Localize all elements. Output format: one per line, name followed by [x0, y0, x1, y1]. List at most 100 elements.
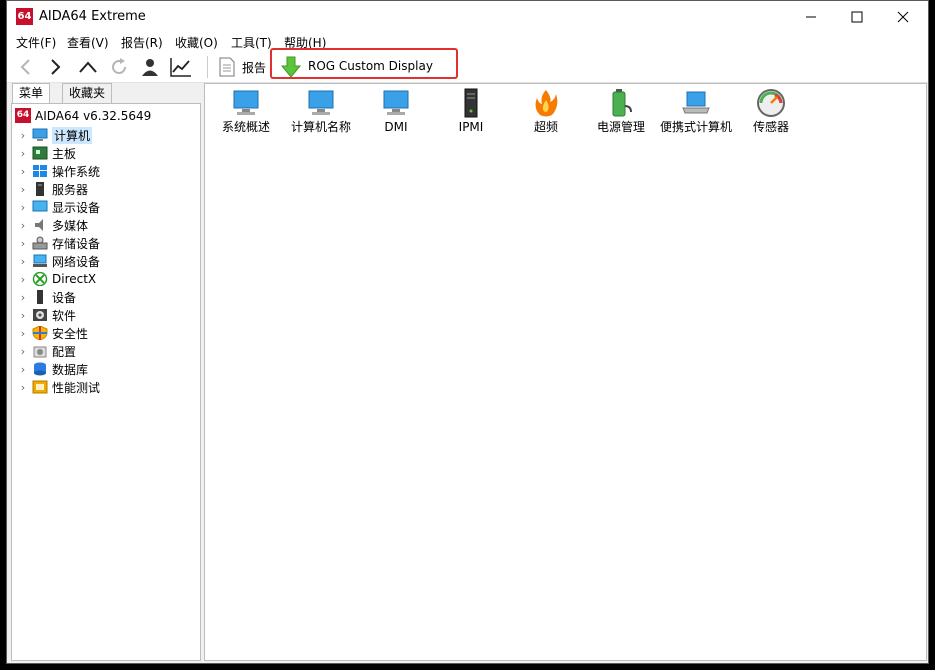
expand-chevron-icon[interactable]: ›	[16, 309, 30, 322]
tile-portable-computer[interactable]: 便携式计算机	[659, 88, 733, 134]
user-button[interactable]	[137, 55, 163, 79]
xbox-icon	[32, 272, 48, 286]
tree-item-security[interactable]: › 安全性	[16, 324, 88, 342]
menu-tools[interactable]: 工具(T)	[231, 34, 272, 51]
arrow-right-icon	[51, 59, 61, 75]
config-gear-icon	[33, 346, 47, 358]
tree-item-server[interactable]: › 服务器	[16, 180, 88, 198]
tree-item-network[interactable]: › 网络设备	[16, 252, 100, 270]
content-panel: 系统概述 计算机名称 DMI IPMI 超频 电源管理 便携式计算机 传感器	[204, 83, 927, 661]
tile-dmi[interactable]: DMI	[359, 88, 433, 134]
tree-item-config[interactable]: › 配置	[16, 342, 76, 360]
tree-item-display[interactable]: › 显示设备	[16, 198, 100, 216]
document-icon	[219, 57, 235, 77]
server-icon	[36, 182, 44, 196]
minimize-button[interactable]	[788, 1, 834, 32]
server-tower-icon	[464, 88, 478, 118]
refresh-button[interactable]	[106, 55, 132, 79]
battery-icon	[612, 89, 632, 117]
tree-item-database[interactable]: › 数据库	[16, 360, 88, 378]
window-title: AIDA64 Extreme	[39, 9, 146, 24]
database-icon	[34, 362, 46, 376]
software-disc-icon	[33, 309, 47, 321]
maximize-button[interactable]	[834, 1, 880, 32]
forward-button[interactable]	[43, 55, 69, 79]
expand-chevron-icon[interactable]: ›	[16, 165, 30, 178]
expand-chevron-icon[interactable]: ›	[16, 381, 30, 394]
computer-monitor-icon	[383, 90, 409, 115]
chart-button[interactable]	[168, 55, 194, 79]
report-doc-button[interactable]	[214, 55, 240, 79]
shield-icon	[32, 326, 48, 340]
navigation-tree: 64 AIDA64 v6.32.5649 › 计算机 › 主板 › 操作系统 ›…	[11, 103, 201, 661]
computer-monitor-icon	[308, 90, 334, 115]
tree-item-benchmark[interactable]: › 性能测试	[16, 378, 100, 396]
arrow-left-icon	[20, 59, 30, 75]
tree-item-storage[interactable]: › 存储设备	[16, 234, 100, 252]
menu-file[interactable]: 文件(F)	[16, 34, 56, 51]
tile-overclock[interactable]: 超频	[509, 88, 583, 134]
tree-item-computer[interactable]: › 计算机	[16, 126, 93, 144]
tile-sensors[interactable]: 传感器	[734, 88, 808, 134]
windows-logo-icon	[33, 165, 47, 177]
hard-drive-icon	[32, 236, 48, 250]
up-button[interactable]	[75, 55, 101, 79]
gauge-icon	[757, 89, 785, 117]
display-icon	[32, 200, 48, 212]
toolbar: 报告	[7, 52, 928, 83]
expand-chevron-icon[interactable]: ›	[16, 129, 30, 142]
tree-root-label: AIDA64 v6.32.5649	[35, 108, 152, 123]
expand-chevron-icon[interactable]: ›	[16, 219, 30, 232]
close-button[interactable]	[880, 1, 926, 32]
arrow-up-icon	[79, 61, 97, 73]
rog-custom-display-label[interactable]: ROG Custom Display	[308, 59, 433, 73]
expand-chevron-icon[interactable]: ›	[16, 237, 30, 250]
app-logo-icon: 64	[16, 8, 33, 25]
monitor-icon	[32, 128, 48, 141]
user-icon	[142, 59, 158, 76]
title-bar: 64 AIDA64 Extreme	[7, 1, 928, 32]
refresh-icon	[112, 58, 126, 74]
tree-item-multimedia[interactable]: › 多媒体	[16, 216, 88, 234]
expand-chevron-icon[interactable]: ›	[16, 147, 30, 160]
flame-icon	[535, 90, 558, 117]
speaker-icon	[35, 219, 43, 231]
toolbar-separator	[207, 56, 208, 78]
expand-chevron-icon[interactable]: ›	[16, 291, 30, 304]
tile-power-management[interactable]: 电源管理	[584, 88, 658, 134]
line-chart-icon	[170, 58, 191, 77]
benchmark-icon	[32, 380, 48, 394]
tree-item-os[interactable]: › 操作系统	[16, 162, 100, 180]
expand-chevron-icon[interactable]: ›	[16, 273, 30, 286]
tab-favorites[interactable]: 收藏夹	[62, 83, 113, 104]
expand-chevron-icon[interactable]: ›	[16, 183, 30, 196]
expand-chevron-icon[interactable]: ›	[16, 345, 30, 358]
back-button[interactable]	[12, 55, 38, 79]
motherboard-icon	[32, 146, 48, 160]
menu-bar: 文件(F) 查看(V) 报告(R) 收藏(O) 工具(T) 帮助(H)	[7, 32, 928, 52]
menu-view[interactable]: 查看(V)	[67, 34, 109, 51]
expand-chevron-icon[interactable]: ›	[16, 363, 30, 376]
menu-favorites[interactable]: 收藏(O)	[175, 34, 218, 51]
expand-chevron-icon[interactable]: ›	[16, 327, 30, 340]
device-icon	[37, 290, 43, 304]
menu-report[interactable]: 报告(R)	[121, 34, 163, 51]
app-window: 64 AIDA64 Extreme 文件(F) 查看(V) 报告(R) 收藏(O…	[6, 0, 929, 664]
tree-item-software[interactable]: › 软件	[16, 306, 76, 324]
report-label[interactable]: 报告	[242, 59, 266, 76]
laptop-icon	[682, 91, 710, 114]
tree-item-devices[interactable]: › 设备	[16, 288, 76, 306]
tab-menu[interactable]: 菜单	[12, 83, 51, 103]
tree-item-motherboard[interactable]: › 主板	[16, 144, 76, 162]
network-icon	[33, 254, 47, 267]
tile-computer-name[interactable]: 计算机名称	[284, 88, 358, 134]
expand-chevron-icon[interactable]: ›	[16, 255, 30, 268]
tile-system-summary[interactable]: 系统概述	[209, 88, 283, 134]
expand-chevron-icon[interactable]: ›	[16, 201, 30, 214]
tree-root[interactable]: 64 AIDA64 v6.32.5649	[15, 108, 151, 123]
tree-item-directx[interactable]: › DirectX	[16, 270, 96, 288]
panel-tabs: 菜单 收藏夹	[10, 83, 200, 104]
computer-monitor-icon	[233, 90, 259, 115]
tile-ipmi[interactable]: IPMI	[434, 88, 508, 134]
aida64-icon: 64	[15, 108, 31, 123]
